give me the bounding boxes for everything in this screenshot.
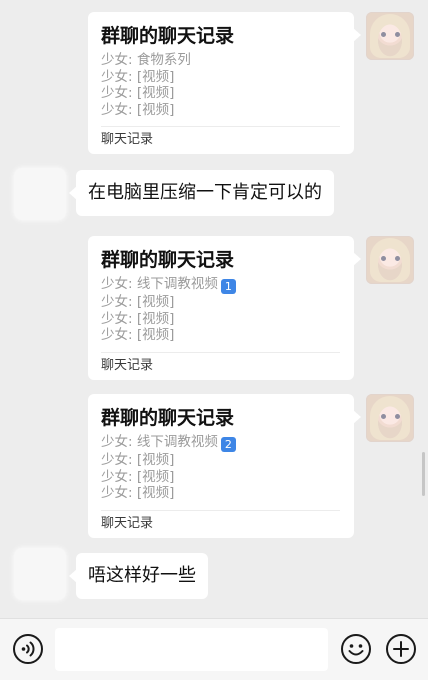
chat-record-card[interactable]: 群聊的聊天记录 少女: 食物系列 少女: [视频] 少女: [视频] 少女: [… [88, 12, 361, 154]
input-bar [0, 618, 428, 680]
scrollbar-thumb[interactable] [422, 452, 425, 496]
card-line: 少女: [视频] [101, 101, 175, 118]
card-footer: 聊天记录 [101, 351, 340, 380]
sender-avatar[interactable] [366, 12, 414, 60]
card-line: 少女: [视频] [101, 452, 175, 468]
message-bubble[interactable]: 在电脑里压缩一下肯定可以的 [69, 170, 334, 216]
chat-record-card[interactable]: 群聊的聊天记录 少女: 线下调教视频 2 少女: [视频] 少女: [视频] 少女… [88, 394, 361, 538]
chat-record-card[interactable]: 群聊的聊天记录 少女: 线下调教视频 1 少女: [视频] 少女: [视频] 少女… [88, 236, 361, 380]
card-line-text: 少女: 线下调教视频 [101, 276, 218, 292]
card-line: 少女: [视频] [101, 68, 175, 85]
card-title: 群聊的聊天记录 [101, 249, 235, 271]
card-line: 少女: [视频] [101, 485, 175, 501]
voice-icon[interactable] [12, 633, 44, 665]
card-footer: 聊天记录 [101, 509, 340, 538]
card-footer: 聊天记录 [101, 126, 340, 154]
card-line-text: 少女: 线下调教视频 [101, 434, 218, 450]
card-line: 少女: 线下调教视频 2 [101, 434, 340, 452]
card-title: 群聊的聊天记录 [101, 407, 235, 429]
card-line: 少女: [视频] [101, 327, 175, 343]
plus-circle-icon[interactable] [385, 633, 417, 665]
chat-message-list[interactable]: 群聊的聊天记录 少女: 食物系列 少女: [视频] 少女: [视频] 少女: [… [0, 0, 428, 618]
card-line: 少女: 线下调教视频 1 [101, 276, 340, 294]
message-input[interactable] [55, 628, 328, 671]
contact-avatar[interactable] [14, 168, 66, 220]
message-bubble[interactable]: 唔这样好一些 [69, 553, 208, 599]
contact-avatar[interactable] [14, 548, 66, 600]
keycap-number-icon: 1 [220, 279, 236, 294]
sender-avatar[interactable] [366, 394, 414, 442]
keycap-number-icon: 2 [220, 437, 236, 452]
card-line: 少女: [视频] [101, 294, 175, 310]
card-line: 少女: [视频] [101, 85, 175, 101]
sender-avatar[interactable] [366, 236, 414, 284]
card-line: 少女: [视频] [101, 310, 175, 327]
emoji-icon[interactable] [340, 633, 372, 665]
card-line: 少女: [视频] [101, 468, 175, 485]
card-title: 群聊的聊天记录 [101, 25, 235, 47]
card-line: 少女: 食物系列 [101, 52, 191, 68]
